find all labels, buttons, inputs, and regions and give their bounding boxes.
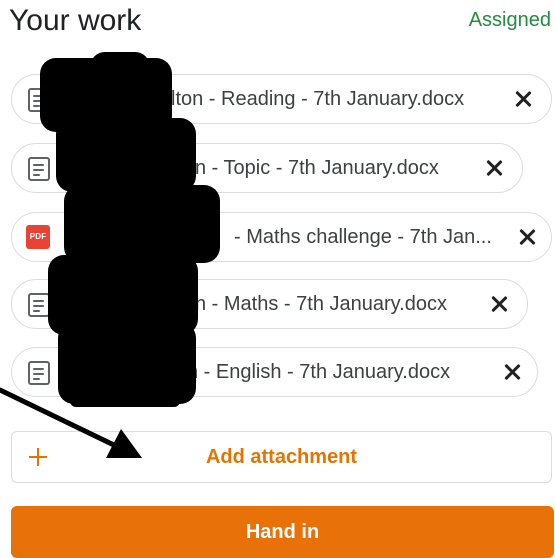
doc-icon bbox=[26, 360, 52, 386]
attachment-name: n - Maths - 7th January.docx bbox=[195, 293, 447, 315]
redaction-mark bbox=[58, 322, 196, 404]
page-title: Your work bbox=[9, 4, 142, 37]
close-icon[interactable] bbox=[483, 157, 505, 179]
close-icon[interactable] bbox=[488, 293, 510, 315]
redaction-mark bbox=[90, 52, 150, 82]
pdf-icon: PDF bbox=[26, 225, 52, 251]
hand-in-button[interactable]: Hand in bbox=[11, 506, 554, 558]
attachment-name: lton - Reading - 7th January.docx bbox=[171, 88, 465, 110]
attachment-name: n - Topic - 7th January.docx bbox=[195, 157, 439, 179]
close-icon[interactable] bbox=[516, 226, 538, 248]
add-attachment-button[interactable]: Add attachment bbox=[11, 431, 552, 483]
status-label: Assigned bbox=[468, 9, 551, 31]
redaction-mark bbox=[56, 118, 196, 192]
redaction-mark bbox=[70, 395, 180, 407]
redaction-mark bbox=[64, 185, 220, 263]
attachment-name: - Maths challenge - 7th Jan... bbox=[234, 226, 492, 248]
doc-icon bbox=[26, 156, 52, 182]
close-icon[interactable] bbox=[501, 361, 523, 383]
attachment-name: n - English - 7th January.docx bbox=[187, 361, 451, 383]
add-attachment-label: Add attachment bbox=[205, 446, 358, 468]
close-icon[interactable] bbox=[512, 88, 534, 110]
